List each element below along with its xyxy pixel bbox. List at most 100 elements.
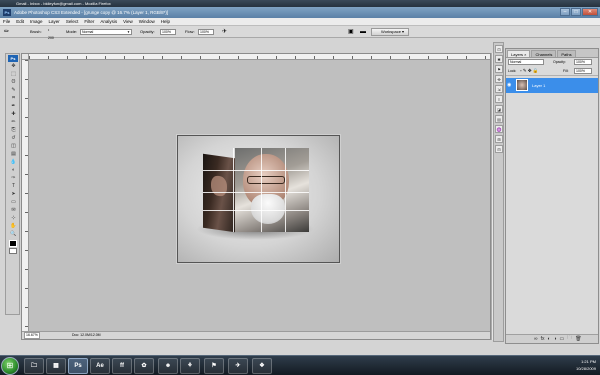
menu-analysis[interactable]: Analysis xyxy=(100,19,117,24)
layers-footer-icon[interactable]: ▭ xyxy=(560,336,565,342)
dock-panel-icon[interactable]: ▤ xyxy=(495,115,503,123)
bridge-icon[interactable]: ▬ xyxy=(360,28,366,36)
taskbar-app-icon[interactable]: ✿ xyxy=(134,358,154,374)
dock-panel-icon[interactable]: ≡ xyxy=(495,95,503,103)
layers-footer-icon[interactable]: ◑ xyxy=(554,336,557,342)
quick-selection-tool-icon[interactable]: ✎ xyxy=(9,87,18,94)
lock-label: Lock: xyxy=(508,69,517,73)
workspace-button[interactable]: Workspace ▾ xyxy=(371,28,409,36)
dock-panel-icon[interactable]: ◪ xyxy=(495,105,503,113)
eyedropper-tool-icon[interactable]: ✒ xyxy=(9,103,18,110)
tab-layers[interactable]: Layers × xyxy=(507,50,531,57)
taskbar-app-icon[interactable]: ☻ xyxy=(158,358,178,374)
taskbar-app-icon[interactable]: ✈ xyxy=(228,358,248,374)
lasso-tool-icon[interactable]: ʘ xyxy=(9,79,18,86)
crop-tool-icon[interactable]: ⌗ xyxy=(9,95,18,102)
firefox-title-bar: Gmail - Inbox - bkileyfun@gmail.com - Mo… xyxy=(0,0,600,7)
menu-layer[interactable]: Layer xyxy=(49,19,60,24)
document-canvas-area[interactable]: 16.67% Doc: 12.0M/12.0M xyxy=(21,53,491,340)
dock-panel-icon[interactable]: ✱ xyxy=(495,55,503,63)
healing-brush-tool-icon[interactable]: ✚ xyxy=(9,111,18,118)
zoom-field[interactable]: 16.67% xyxy=(24,332,40,339)
photoshop-logo[interactable]: Ps xyxy=(8,55,18,62)
taskbar-app-icon[interactable]: ▦ xyxy=(46,358,66,374)
taskbar-app-icon[interactable]: Ae xyxy=(90,358,110,374)
horizontal-ruler[interactable] xyxy=(29,54,490,60)
blend-mode-dropdown[interactable]: Normal xyxy=(508,59,544,65)
minimize-button[interactable]: – xyxy=(560,8,570,16)
photoshop-title-bar[interactable]: Ps Adobe Photoshop CS3 Extended - [grung… xyxy=(0,7,600,18)
background-color-swatch[interactable] xyxy=(9,248,17,254)
taskbar-app-icon[interactable]: ❖ xyxy=(252,358,272,374)
menu-edit[interactable]: Edit xyxy=(16,19,24,24)
mode-dropdown[interactable]: Normal ▼ xyxy=(80,29,132,35)
blur-tool-icon[interactable]: 💧 xyxy=(9,159,18,166)
rectangle-tool-icon[interactable]: ▭ xyxy=(9,199,18,206)
photoshop-window-title: Adobe Photoshop CS3 Extended - [grunge c… xyxy=(14,10,169,15)
type-tool-icon[interactable]: T xyxy=(9,183,18,190)
vertical-ruler[interactable] xyxy=(22,60,29,331)
menu-file[interactable]: File xyxy=(3,19,10,24)
brush-tool-icon[interactable]: ✏ xyxy=(9,119,18,126)
menu-help[interactable]: Help xyxy=(161,19,170,24)
layers-footer-icon[interactable]: ◐ xyxy=(547,336,550,342)
menu-filter[interactable]: Filter xyxy=(84,19,94,24)
move-tool-icon[interactable]: ✥ xyxy=(9,63,18,70)
zoom-tool-icon[interactable]: 🔍 xyxy=(9,231,18,238)
taskbar-app-icon[interactable]: Ps xyxy=(68,358,88,374)
layer-opacity-field[interactable]: 100% xyxy=(574,59,592,65)
flow-field[interactable]: 100% xyxy=(198,29,214,35)
brush-label: Brush: xyxy=(30,29,42,34)
airbrush-icon[interactable]: ✈ xyxy=(222,28,227,36)
system-tray[interactable]: 1:21 PM 10/28/2009 xyxy=(546,358,596,374)
dodge-tool-icon[interactable]: ◐ xyxy=(9,167,18,174)
notes-tool-icon[interactable]: ✉ xyxy=(9,207,18,214)
eye-icon[interactable]: ◉ xyxy=(507,82,513,88)
dock-panel-icon[interactable]: ⚑ xyxy=(495,65,503,73)
flow-label: Flow: xyxy=(185,29,195,34)
menu-image[interactable]: Image xyxy=(30,19,43,24)
taskbar-app-icon[interactable]: ff xyxy=(112,358,132,374)
menu-window[interactable]: Window xyxy=(139,19,155,24)
layers-footer-icon[interactable]: 🗀 xyxy=(567,335,572,343)
brush-preset-picker[interactable]: • 200 xyxy=(48,26,54,40)
fill-field[interactable]: 100% xyxy=(574,68,592,74)
pen-tool-icon[interactable]: ✑ xyxy=(9,175,18,182)
layers-footer-icon[interactable]: ∞ xyxy=(534,336,538,342)
taskbar-app-icon[interactable]: ⚘ xyxy=(180,358,200,374)
layers-footer-icon[interactable]: fx xyxy=(541,336,545,342)
opacity-value: 100% xyxy=(162,30,171,34)
opacity-field[interactable]: 100% xyxy=(160,29,176,35)
menu-select[interactable]: Select xyxy=(66,19,79,24)
maximize-button[interactable]: □ xyxy=(571,8,581,16)
clone-stamp-tool-icon[interactable]: ⎘ xyxy=(9,127,18,134)
marquee-tool-icon[interactable]: ⬚ xyxy=(9,71,18,78)
layers-footer-icon[interactable]: 🗑 xyxy=(575,336,581,342)
close-button[interactable]: ✕ xyxy=(582,8,598,16)
dock-panel-icon[interactable]: ⊟ xyxy=(495,145,503,153)
dock-panel-icon[interactable]: ♒ xyxy=(495,125,503,133)
brush-tool-icon[interactable]: ✏ xyxy=(4,28,9,36)
tab-paths[interactable]: Paths xyxy=(557,50,576,57)
foreground-color-swatch[interactable] xyxy=(9,240,17,247)
palette-well-icon[interactable]: ▣ xyxy=(348,28,354,36)
dock-panel-icon[interactable]: ⊡ xyxy=(495,45,503,53)
history-brush-tool-icon[interactable]: ↺ xyxy=(9,135,18,142)
lock-icons[interactable]: ▫ ✎ ✥ 🔒 xyxy=(520,67,539,75)
chevron-down-icon: ▼ xyxy=(127,30,130,34)
tab-channels[interactable]: Channels xyxy=(531,50,557,57)
taskbar-app-icon[interactable]: 🗀 xyxy=(24,358,44,374)
taskbar-app-icon[interactable]: ⚑ xyxy=(204,358,224,374)
dock-panel-icon[interactable]: ⊞ xyxy=(495,135,503,143)
gradient-tool-icon[interactable]: ▤ xyxy=(9,151,18,158)
document-image[interactable] xyxy=(177,135,340,263)
start-button[interactable]: ⊞ xyxy=(1,357,19,375)
dock-panel-icon[interactable]: ⇲ xyxy=(495,85,503,93)
eraser-tool-icon[interactable]: ◫ xyxy=(9,143,18,150)
menu-view[interactable]: View xyxy=(123,19,133,24)
layer-row[interactable]: ◉ Layer 1 xyxy=(506,78,598,93)
dock-panel-icon[interactable]: ✜ xyxy=(495,75,503,83)
eyedropper-3d-tool-icon[interactable]: ⊹ xyxy=(9,215,18,222)
hand-tool-icon[interactable]: ✋ xyxy=(9,223,18,230)
path-selection-tool-icon[interactable]: ➤ xyxy=(9,191,18,198)
